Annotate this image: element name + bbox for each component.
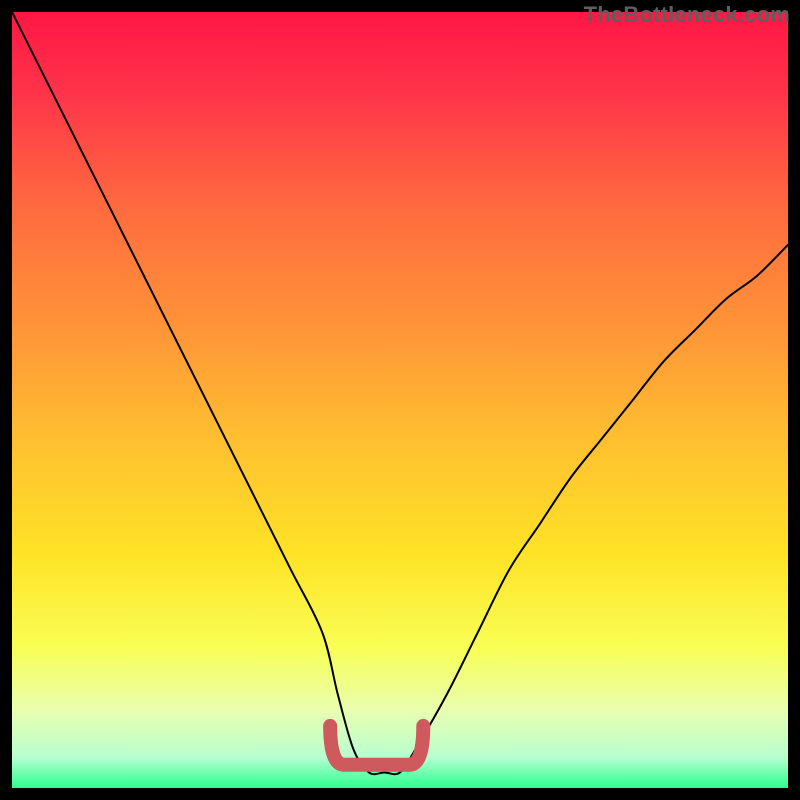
chart-background xyxy=(12,12,788,788)
chart-stage: TheBottleneck.com xyxy=(0,0,800,800)
watermark-text: TheBottleneck.com xyxy=(584,2,790,28)
bottleneck-chart xyxy=(12,12,788,788)
